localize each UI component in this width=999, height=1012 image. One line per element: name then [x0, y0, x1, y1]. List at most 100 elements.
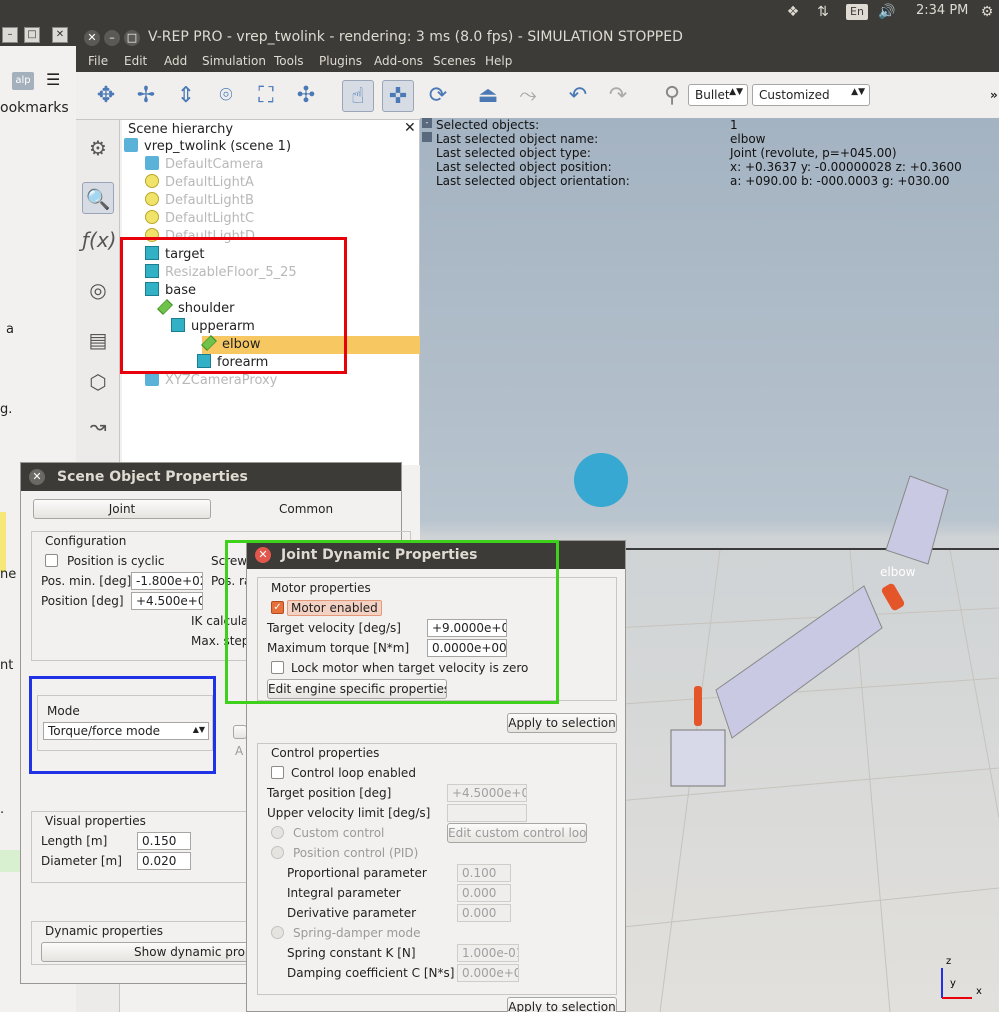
position-cyclic-checkbox[interactable] [45, 554, 58, 567]
system-top-panel: ❖ ⇅ En 🔊 2:34 PM ⚙ [0, 0, 999, 24]
tab-common[interactable]: Common [279, 502, 333, 516]
menu-edit[interactable]: Edit [124, 54, 147, 68]
timestep-select[interactable]: Customized ▲▼ [752, 84, 870, 106]
spring-damper-radio[interactable] [271, 926, 284, 939]
physics-engine-icon[interactable]: ⚲ [656, 80, 688, 112]
pid-radio[interactable] [271, 846, 284, 859]
diameter-input[interactable]: 0.020 [137, 852, 191, 870]
menu-file[interactable]: File [88, 54, 108, 68]
path-icon[interactable]: ↝ [82, 410, 114, 442]
jdp-title: Joint Dynamic Properties [281, 547, 478, 563]
hierarchy-item-vrep-twolink-scene-1-[interactable]: vrep_twolink (scene 1) [124, 138, 291, 156]
close-icon[interactable]: ✕ [255, 547, 271, 563]
integral-input[interactable]: 0.000 [457, 884, 511, 902]
dropbox-icon[interactable]: ❖ [784, 4, 802, 20]
menu-add[interactable]: Add [164, 54, 187, 68]
transfer-dna-icon[interactable]: ⤳ [512, 80, 544, 112]
scene-hierarchy-toggle-icon[interactable]: ⚙ [82, 132, 114, 164]
hierarchy-item-xyzcameraproxy[interactable]: XYZCameraProxy [145, 372, 277, 390]
spring-constant-input[interactable]: 1.000e-01 [457, 944, 519, 962]
sop-partial-button[interactable] [233, 725, 247, 739]
proportional-input[interactable]: 0.100 [457, 864, 511, 882]
redo-icon[interactable]: ↷ [602, 80, 634, 112]
fly-icon[interactable]: ✣ [290, 80, 322, 112]
camera-shift-icon[interactable]: ⇕ [170, 80, 202, 112]
pos-min-input[interactable]: -1.800e+02 [131, 572, 203, 590]
minimize-icon[interactable]: – [104, 30, 120, 46]
edit-custom-control-button[interactable]: Edit custom control loop [447, 823, 587, 843]
fit-to-view-icon[interactable]: ⛶ [250, 80, 282, 112]
close-icon[interactable]: ✕ [52, 27, 68, 43]
floor-icon [145, 264, 159, 278]
gear-icon[interactable]: ⚙ [978, 4, 996, 20]
clock[interactable]: 2:34 PM [916, 3, 968, 18]
edit-engine-properties-button[interactable]: Edit engine specific properties [267, 679, 447, 699]
maximize-icon[interactable]: □ [24, 27, 40, 43]
close-icon[interactable]: ✕ [29, 469, 45, 485]
engine-select[interactable]: Bullet ▲▼ [688, 84, 748, 106]
hierarchy-item-defaultlightc[interactable]: DefaultLightC [145, 210, 254, 228]
maximize-icon[interactable]: □ [124, 30, 140, 46]
target-position-input[interactable]: +4.5000e+01 [447, 784, 527, 802]
bookmarks-label[interactable]: ookmarks [0, 100, 69, 116]
assemble-icon[interactable]: ⏏ [472, 80, 504, 112]
hierarchy-item-shoulder[interactable]: shoulder [157, 299, 234, 318]
menu-tools[interactable]: Tools [274, 54, 304, 68]
object-shift-icon[interactable]: ✜ [382, 80, 414, 112]
camera-pan-icon[interactable]: ✥ [90, 80, 122, 112]
page-icon[interactable]: ▤ [82, 324, 114, 356]
hierarchy-item-upperarm[interactable]: upperarm [171, 318, 255, 336]
toolbar-overflow-icon[interactable]: » [990, 88, 998, 102]
object-rotate-icon[interactable]: ⟳ [422, 80, 454, 112]
alp-icon[interactable]: alp [12, 72, 34, 90]
hierarchy-item-defaultlightd[interactable]: DefaultLightD [145, 228, 255, 246]
hierarchy-item-base[interactable]: base [145, 282, 196, 300]
position-input[interactable]: +4.500e+01 [131, 592, 203, 610]
hierarchy-item-defaultcamera[interactable]: DefaultCamera [145, 156, 264, 174]
volume-icon[interactable]: 🔊 [878, 4, 896, 20]
upper-velocity-input[interactable] [447, 804, 527, 822]
menu-scenes[interactable]: Scenes [433, 54, 476, 68]
close-icon[interactable]: ✕ [84, 30, 100, 46]
mode-select[interactable]: Torque/force mode ▲▼ [43, 722, 209, 740]
camera-angle-icon[interactable]: ⌾ [210, 80, 242, 112]
minimize-icon[interactable]: – [2, 27, 18, 43]
apply-to-selection-button[interactable]: Apply to selection [507, 713, 617, 733]
hierarchy-item-resizablefloor-5-25[interactable]: ResizableFloor_5_25 [145, 264, 297, 282]
max-torque-input[interactable]: 0.0000e+00 [427, 639, 507, 657]
keyboard-lang-indicator[interactable]: En [846, 4, 868, 20]
hierarchy-item-defaultlightb[interactable]: DefaultLightB [145, 192, 254, 210]
damping-input[interactable]: 0.000e+00 [457, 964, 519, 982]
sop-apply-partial[interactable]: A [235, 744, 243, 758]
apply-to-selection-button-2[interactable]: Apply to selection [507, 997, 617, 1012]
control-loop-checkbox[interactable] [271, 766, 284, 779]
menu-plugins[interactable]: Plugins [319, 54, 362, 68]
camera-rotate-icon[interactable]: ✢ [130, 80, 162, 112]
zoom-icon[interactable]: 🔍 [82, 182, 114, 214]
menu-addons[interactable]: Add-ons [374, 54, 423, 68]
hierarchy-item-forearm[interactable]: forearm [197, 354, 268, 372]
hierarchy-item-target[interactable]: target [145, 246, 205, 264]
motor-enabled-checkbox[interactable]: ✓ [271, 601, 284, 614]
shapes-icon[interactable]: ◎ [82, 274, 114, 306]
undo-icon[interactable]: ↶ [562, 80, 594, 112]
length-input[interactable]: 0.150 [137, 832, 191, 850]
custom-control-radio[interactable] [271, 826, 284, 839]
click-selection-icon[interactable]: ☝ [342, 80, 374, 112]
lock-motor-checkbox[interactable] [271, 661, 284, 674]
close-icon[interactable]: ✕ [404, 120, 416, 136]
target-velocity-input[interactable]: +9.0000e+04 [427, 619, 507, 637]
menu-help[interactable]: Help [485, 54, 512, 68]
menu-simulation[interactable]: Simulation [202, 54, 266, 68]
hierarchy-item-defaultlighta[interactable]: DefaultLightA [145, 174, 254, 192]
network-icon[interactable]: ⇅ [814, 4, 832, 20]
cube-icon[interactable]: ⬡ [82, 366, 114, 398]
proportional-label: Proportional parameter [287, 866, 427, 880]
function-icon[interactable]: ƒ(x) [82, 224, 116, 256]
motor-enabled-label[interactable]: Motor enabled [287, 600, 382, 616]
hierarchy-item-elbow[interactable]: elbow [201, 335, 420, 354]
derivative-input[interactable]: 0.000 [457, 904, 511, 922]
hamburger-menu-icon[interactable]: ☰ [46, 70, 60, 89]
spring-damper-label: Spring-damper mode [293, 926, 421, 940]
tab-joint[interactable]: Joint [33, 499, 211, 519]
